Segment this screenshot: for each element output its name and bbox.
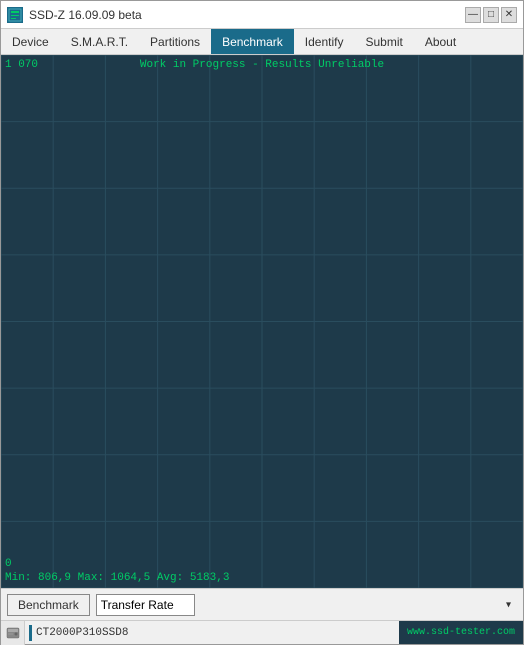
status-bar-icon bbox=[1, 621, 25, 645]
chart-status-text: Work in Progress - Results Unreliable bbox=[140, 59, 384, 71]
menu-about[interactable]: About bbox=[414, 29, 467, 54]
menu-identify[interactable]: Identify bbox=[294, 29, 355, 54]
app-icon bbox=[7, 7, 23, 23]
main-content: 1 070 Work in Progress - Results Unrelia… bbox=[1, 55, 523, 588]
chart-stats-text: Min: 806,9 Max: 1064,5 Avg: 5183,3 bbox=[5, 572, 229, 584]
maximize-button[interactable]: □ bbox=[483, 7, 499, 23]
menu-partitions[interactable]: Partitions bbox=[139, 29, 211, 54]
status-bar: CT2000P310SSD8 www.ssd-tester.com bbox=[1, 620, 523, 644]
y-axis-top-label: 1 070 bbox=[5, 59, 38, 71]
menu-submit[interactable]: Submit bbox=[354, 29, 413, 54]
window-title: SSD-Z 16.09.09 beta bbox=[29, 8, 142, 22]
dropdown-wrapper[interactable]: Transfer Rate Random Read Random Write S… bbox=[96, 594, 517, 616]
minimize-button[interactable]: — bbox=[465, 7, 481, 23]
menu-bar: Device S.M.A.R.T. Partitions Benchmark I… bbox=[1, 29, 523, 55]
bottom-controls: Benchmark Transfer Rate Random Read Rand… bbox=[1, 588, 523, 620]
chart-area: 1 070 Work in Progress - Results Unrelia… bbox=[1, 55, 523, 588]
chart-grid bbox=[1, 55, 523, 588]
website-url: www.ssd-tester.com bbox=[399, 621, 523, 644]
title-controls: — □ ✕ bbox=[465, 7, 517, 23]
status-bar-divider bbox=[29, 625, 32, 641]
transfer-rate-dropdown[interactable]: Transfer Rate Random Read Random Write S… bbox=[96, 594, 195, 616]
title-bar: SSD-Z 16.09.09 beta — □ ✕ bbox=[1, 1, 523, 29]
benchmark-button[interactable]: Benchmark bbox=[7, 594, 90, 616]
menu-device[interactable]: Device bbox=[1, 29, 60, 54]
device-name-text: CT2000P310SSD8 bbox=[36, 627, 399, 639]
menu-benchmark[interactable]: Benchmark bbox=[211, 29, 294, 54]
y-axis-bottom-label: 0 bbox=[5, 558, 12, 570]
menu-smart[interactable]: S.M.A.R.T. bbox=[60, 29, 139, 54]
main-window: SSD-Z 16.09.09 beta — □ ✕ Device S.M.A.R… bbox=[0, 0, 524, 645]
disk-icon bbox=[6, 626, 20, 640]
title-bar-left: SSD-Z 16.09.09 beta bbox=[7, 7, 142, 23]
close-button[interactable]: ✕ bbox=[501, 7, 517, 23]
